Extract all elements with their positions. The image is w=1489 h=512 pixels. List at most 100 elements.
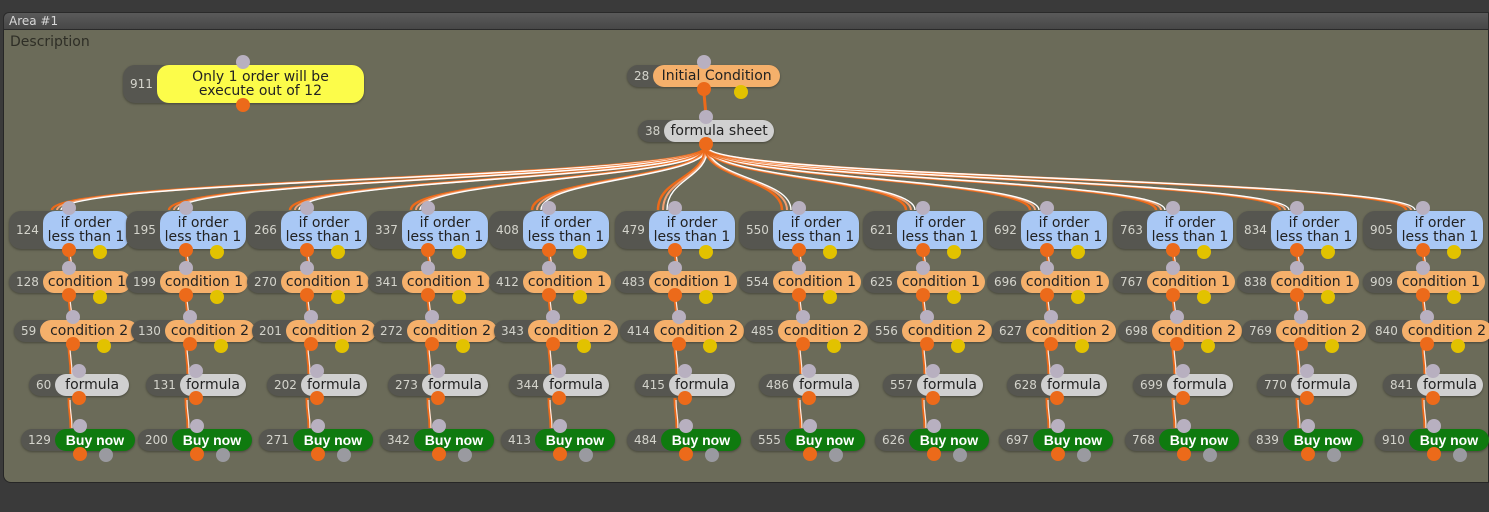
output-port[interactable] xyxy=(214,339,228,353)
input-port[interactable] xyxy=(1416,201,1430,215)
output-port[interactable] xyxy=(456,339,470,353)
output-port[interactable] xyxy=(699,137,713,151)
input-port[interactable] xyxy=(1051,419,1065,433)
output-port[interactable] xyxy=(1197,245,1211,259)
input-port[interactable] xyxy=(668,201,682,215)
input-port[interactable] xyxy=(1176,364,1190,378)
output-port[interactable] xyxy=(927,447,941,461)
output-port[interactable] xyxy=(337,448,351,462)
input-port[interactable] xyxy=(802,364,816,378)
output-port[interactable] xyxy=(823,290,837,304)
input-port[interactable] xyxy=(1177,419,1191,433)
output-port[interactable] xyxy=(1416,243,1430,257)
output-port[interactable] xyxy=(1420,337,1434,351)
output-port[interactable] xyxy=(335,339,349,353)
output-port[interactable] xyxy=(668,288,682,302)
output-port[interactable] xyxy=(734,85,748,99)
output-port[interactable] xyxy=(705,448,719,462)
input-port[interactable] xyxy=(300,261,314,275)
output-port[interactable] xyxy=(796,337,810,351)
input-port[interactable] xyxy=(1294,310,1308,324)
output-port[interactable] xyxy=(926,391,940,405)
input-port[interactable] xyxy=(1050,364,1064,378)
output-port[interactable] xyxy=(73,447,87,461)
output-port[interactable] xyxy=(210,245,224,259)
output-port[interactable] xyxy=(802,391,816,405)
input-port[interactable] xyxy=(421,201,435,215)
input-port[interactable] xyxy=(1170,310,1184,324)
output-port[interactable] xyxy=(823,245,837,259)
input-port[interactable] xyxy=(920,310,934,324)
input-port[interactable] xyxy=(66,310,80,324)
output-port[interactable] xyxy=(1071,245,1085,259)
input-port[interactable] xyxy=(803,419,817,433)
input-port[interactable] xyxy=(792,261,806,275)
output-port[interactable] xyxy=(1040,288,1054,302)
output-port[interactable] xyxy=(1197,290,1211,304)
output-port[interactable] xyxy=(678,391,692,405)
output-port[interactable] xyxy=(66,337,80,351)
output-port[interactable] xyxy=(1453,448,1467,462)
input-port[interactable] xyxy=(1166,201,1180,215)
output-port[interactable] xyxy=(542,288,556,302)
output-port[interactable] xyxy=(573,290,587,304)
output-port[interactable] xyxy=(947,290,961,304)
output-port[interactable] xyxy=(553,447,567,461)
input-port[interactable] xyxy=(792,201,806,215)
output-port[interactable] xyxy=(179,243,193,257)
output-port[interactable] xyxy=(1426,391,1440,405)
output-port[interactable] xyxy=(1416,288,1430,302)
input-port[interactable] xyxy=(1420,310,1434,324)
input-port[interactable] xyxy=(62,201,76,215)
output-port[interactable] xyxy=(311,447,325,461)
output-port[interactable] xyxy=(1177,447,1191,461)
output-port[interactable] xyxy=(310,391,324,405)
output-port[interactable] xyxy=(573,245,587,259)
output-port[interactable] xyxy=(183,337,197,351)
output-port[interactable] xyxy=(421,243,435,257)
output-port[interactable] xyxy=(1201,339,1215,353)
input-port[interactable] xyxy=(62,261,76,275)
output-port[interactable] xyxy=(577,339,591,353)
output-port[interactable] xyxy=(1301,447,1315,461)
input-port[interactable] xyxy=(916,201,930,215)
output-port[interactable] xyxy=(97,339,111,353)
input-port[interactable] xyxy=(1290,261,1304,275)
output-port[interactable] xyxy=(792,243,806,257)
output-port[interactable] xyxy=(1321,245,1335,259)
output-port[interactable] xyxy=(1203,448,1217,462)
output-port[interactable] xyxy=(93,290,107,304)
input-port[interactable] xyxy=(1427,419,1441,433)
output-port[interactable] xyxy=(699,245,713,259)
input-port[interactable] xyxy=(236,55,250,69)
output-port[interactable] xyxy=(62,288,76,302)
output-port[interactable] xyxy=(829,448,843,462)
output-port[interactable] xyxy=(1325,339,1339,353)
output-port[interactable] xyxy=(1176,391,1190,405)
output-port[interactable] xyxy=(546,337,560,351)
input-port[interactable] xyxy=(542,201,556,215)
output-port[interactable] xyxy=(916,288,930,302)
output-port[interactable] xyxy=(1294,337,1308,351)
input-port[interactable] xyxy=(668,261,682,275)
output-port[interactable] xyxy=(72,391,86,405)
output-port[interactable] xyxy=(452,290,466,304)
output-port[interactable] xyxy=(99,448,113,462)
output-port[interactable] xyxy=(672,337,686,351)
input-port[interactable] xyxy=(179,201,193,215)
output-port[interactable] xyxy=(236,98,250,112)
output-port[interactable] xyxy=(1050,391,1064,405)
output-port[interactable] xyxy=(452,245,466,259)
output-port[interactable] xyxy=(93,245,107,259)
output-port[interactable] xyxy=(1427,447,1441,461)
input-port[interactable] xyxy=(179,261,193,275)
input-port[interactable] xyxy=(183,310,197,324)
output-port[interactable] xyxy=(1051,447,1065,461)
output-port[interactable] xyxy=(432,447,446,461)
output-port[interactable] xyxy=(827,339,841,353)
area-title-bar[interactable]: Area #1 xyxy=(3,12,1489,30)
input-port[interactable] xyxy=(300,201,314,215)
output-port[interactable] xyxy=(668,243,682,257)
output-port[interactable] xyxy=(300,243,314,257)
input-port[interactable] xyxy=(1044,310,1058,324)
